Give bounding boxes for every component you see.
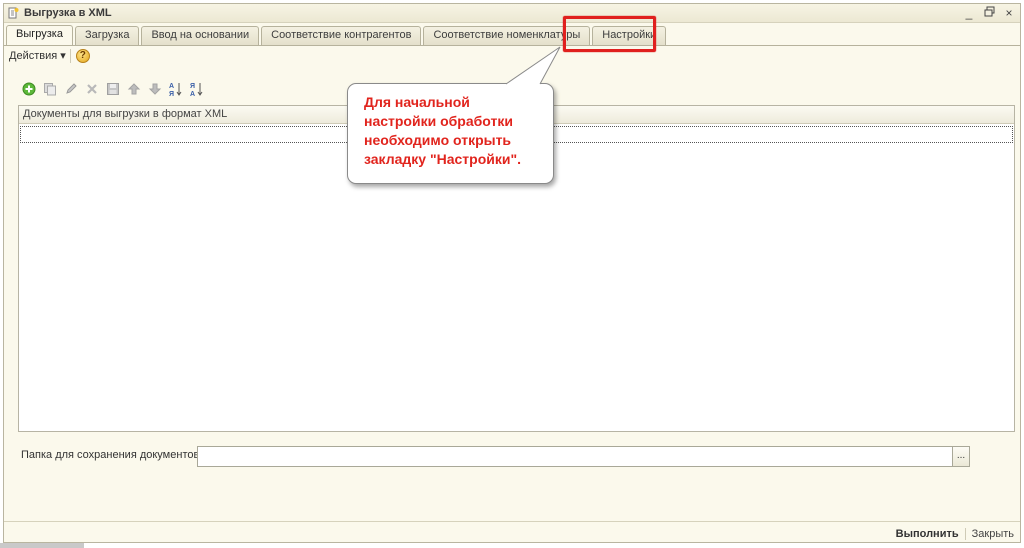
callout-line: Для начальной: [364, 94, 470, 110]
callout-line: необходимо открыть: [364, 132, 512, 148]
svg-text:Я: Я: [169, 91, 174, 97]
folder-label: Папка для сохранения документов: [21, 449, 200, 461]
actions-menu[interactable]: Действия ▾: [9, 49, 71, 63]
folder-browse-button[interactable]: ...: [953, 446, 970, 467]
restore-icon: [984, 6, 994, 17]
tab-divider: [4, 45, 1020, 46]
scrollbar-stub: [0, 543, 84, 548]
move-down-icon[interactable]: [148, 82, 162, 96]
folder-input[interactable]: [197, 446, 953, 467]
actions-bar: Действия ▾ ?: [9, 48, 90, 64]
footer-divider: [4, 521, 1020, 522]
callout-line: настройки обработки: [364, 113, 513, 129]
tab-import[interactable]: Загрузка: [74, 26, 140, 45]
title-bar: Выгрузка в XML _ ×: [4, 4, 1020, 23]
minimize-button[interactable]: _: [962, 5, 976, 21]
edit-icon[interactable]: [64, 82, 78, 96]
run-button[interactable]: Выполнить: [896, 528, 966, 540]
help-icon[interactable]: ?: [75, 49, 90, 63]
tab-input-on-basis[interactable]: Ввод на основании: [141, 26, 260, 45]
svg-text:А: А: [169, 83, 174, 90]
tab-export[interactable]: Выгрузка: [6, 25, 73, 45]
svg-text:А: А: [190, 91, 195, 97]
svg-text:Я: Я: [190, 83, 195, 90]
tab-counterparty-mapping[interactable]: Соответствие контрагентов: [261, 26, 422, 45]
copy-icon[interactable]: [43, 82, 57, 96]
delete-icon[interactable]: [85, 82, 99, 96]
add-icon[interactable]: [22, 82, 36, 96]
sort-asc-icon[interactable]: АЯ: [169, 82, 183, 97]
instruction-callout: Для начальной настройки обработки необхо…: [347, 83, 554, 184]
close-form-button[interactable]: Закрыть: [966, 528, 1014, 540]
sort-desc-icon[interactable]: ЯА: [190, 82, 204, 97]
window-title: Выгрузка в XML: [24, 7, 112, 19]
move-up-icon[interactable]: [127, 82, 141, 96]
table-toolbar: АЯ ЯА: [22, 81, 204, 97]
restore-button[interactable]: [982, 5, 996, 21]
callout-line: закладку "Настройки".: [364, 151, 522, 167]
settings-tab-highlight: [563, 16, 656, 52]
footer-buttons: Выполнить Закрыть: [896, 527, 1014, 541]
document-icon: [7, 7, 19, 19]
close-button[interactable]: ×: [1002, 5, 1016, 21]
save-icon[interactable]: [106, 82, 120, 96]
window-controls: _ ×: [962, 5, 1016, 21]
